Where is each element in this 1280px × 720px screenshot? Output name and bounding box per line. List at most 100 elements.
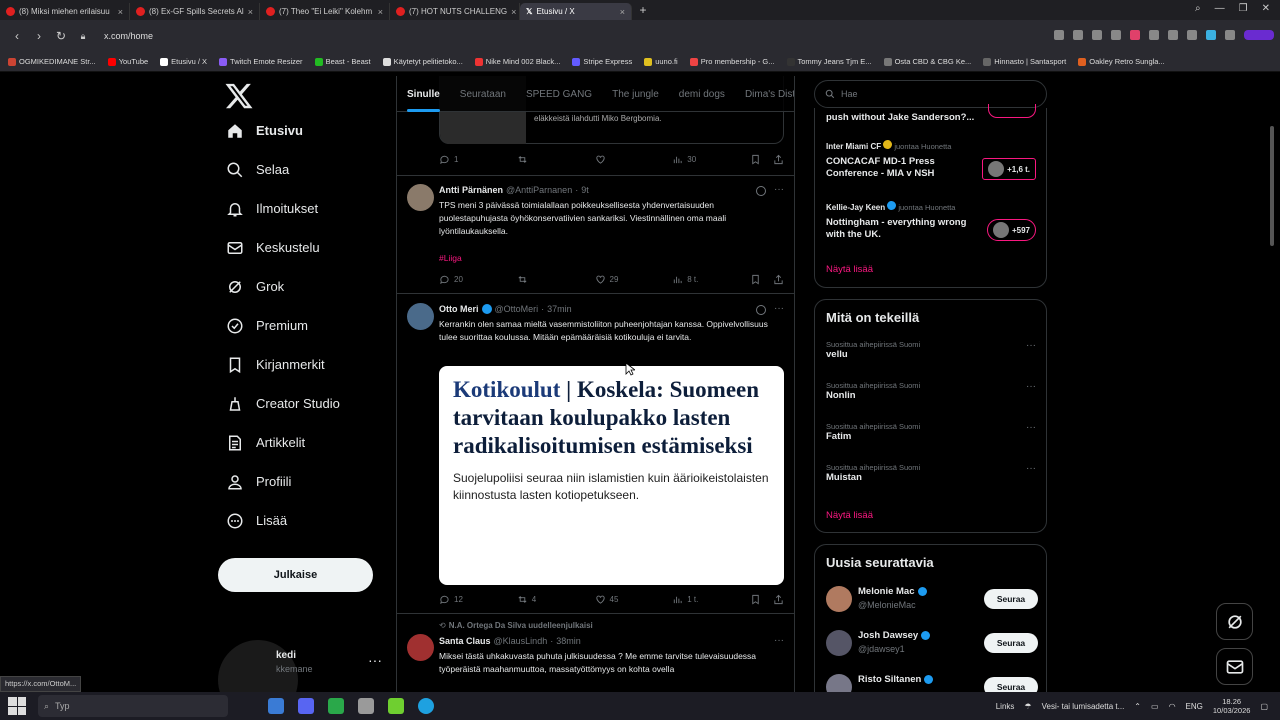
weather-text[interactable]: Vesi- tai lumisadetta t...	[1042, 702, 1125, 711]
language-indicator[interactable]: ENG	[1186, 702, 1203, 711]
scrollbar-thumb[interactable]	[1270, 126, 1274, 246]
trend-item[interactable]: Suosittua aihepiirissä Suomi Nonlin ···	[826, 381, 1036, 402]
follow-suggestion[interactable]: Melonie Mac @MelonieMac Seuraa	[826, 583, 1038, 617]
more-icon[interactable]: ···	[1026, 463, 1036, 474]
shield-icon[interactable]	[1092, 30, 1102, 40]
show-more-link[interactable]: Näytä lisää	[826, 264, 873, 275]
download-icon[interactable]	[1149, 30, 1159, 40]
browser-tab[interactable]: (7) Theo "Ei Leiki" Kolehm ×	[260, 3, 390, 20]
nav-item-more[interactable]: Lisää	[218, 501, 388, 540]
scrollbar[interactable]	[1268, 76, 1276, 692]
author-name[interactable]: Santa Claus	[439, 636, 491, 646]
post-time[interactable]: 38min	[556, 636, 581, 646]
more-icon[interactable]: ···	[1026, 422, 1036, 433]
author-handle[interactable]: @KlausLindh	[494, 636, 548, 646]
close-icon[interactable]: ×	[511, 7, 516, 17]
minimize-button[interactable]: —	[1215, 3, 1225, 14]
x-logo-icon[interactable]	[224, 81, 254, 111]
follow-name[interactable]: Risto Siltanen	[858, 674, 921, 685]
repost-button[interactable]: 4	[517, 594, 595, 605]
lock-icon[interactable]: 🔒︎	[72, 31, 94, 42]
link-card[interactable]: Kotikoulut | Koskela: Suomeen tarvitaan …	[439, 366, 784, 585]
nav-item-article[interactable]: Artikkelit	[218, 423, 388, 462]
more-icon[interactable]: ···	[1026, 381, 1036, 392]
show-more-link[interactable]: Näytä lisää	[826, 510, 873, 521]
avatar[interactable]	[407, 184, 434, 211]
bookmark-item[interactable]: Nike Mind 002 Black...	[474, 57, 560, 66]
bookmark-item[interactable]: Beast - Beast	[314, 57, 371, 66]
reply-button[interactable]: 12	[439, 594, 517, 605]
cube-icon[interactable]	[1225, 30, 1235, 40]
reply-button[interactable]: 1	[439, 154, 517, 165]
discord-icon[interactable]	[298, 698, 314, 714]
bookmark-item[interactable]: Oakley Retro Sungla...	[1078, 57, 1165, 66]
nav-item-home[interactable]: Etusivu	[218, 111, 388, 150]
extension-icon[interactable]	[1206, 30, 1216, 40]
trend-item[interactable]: Suosittua aihepiirissä Suomi vellu ···	[826, 340, 1036, 361]
url-field[interactable]: x.com/home	[104, 31, 153, 41]
nav-item-grok[interactable]: Grok	[218, 267, 388, 306]
notification-icon[interactable]: ▢	[1260, 702, 1268, 711]
like-button[interactable]: 29	[595, 274, 673, 285]
views-button[interactable]: 30	[672, 154, 750, 165]
ai-button[interactable]	[1244, 30, 1274, 40]
close-icon[interactable]: ×	[378, 7, 383, 17]
bookmark-icon[interactable]	[750, 154, 761, 165]
app-icon[interactable]	[358, 698, 374, 714]
nav-item-bookmark[interactable]: Kirjanmerkit	[218, 345, 388, 384]
share-icon[interactable]	[773, 594, 784, 605]
follow-name[interactable]: Melonie Mac	[858, 586, 915, 597]
post[interactable]: ⟲ N.A. Ortega Da Silva uudelleenjulkaisi…	[397, 614, 794, 692]
edge-icon[interactable]	[418, 698, 434, 714]
messages-button[interactable]	[1216, 648, 1253, 685]
follow-suggestion[interactable]: Josh Dawsey @jdawsey1 Seuraa	[826, 627, 1038, 661]
menu-icon[interactable]	[1168, 30, 1178, 40]
bookmark-item[interactable]: Käytetyt pelitietoko...	[382, 57, 463, 66]
extension-icon[interactable]	[1187, 30, 1197, 40]
more-icon[interactable]: ···	[774, 635, 784, 646]
grok-icon[interactable]	[756, 186, 766, 196]
reply-button[interactable]: 20	[439, 274, 517, 285]
more-icon[interactable]: ···	[774, 184, 784, 195]
avatar[interactable]	[826, 630, 852, 656]
clock[interactable]: 18.26 10/03/2026	[1213, 697, 1251, 715]
bookmark-item[interactable]: Osta CBD & CBG Ke...	[883, 57, 971, 66]
avatar[interactable]	[826, 586, 852, 612]
author-handle[interactable]: @OttoMeri	[495, 304, 539, 314]
grok-icon[interactable]	[756, 305, 766, 315]
close-icon[interactable]: ×	[118, 7, 123, 17]
post-time[interactable]: 37min	[547, 304, 572, 314]
nav-item-mail[interactable]: Keskustelu	[218, 228, 388, 267]
follow-button[interactable]: Seuraa	[984, 633, 1038, 653]
more-icon[interactable]: ···	[368, 652, 382, 668]
new-tab-button[interactable]: +	[636, 3, 650, 17]
bookmark-item[interactable]: YouTube	[107, 57, 148, 66]
nav-item-search[interactable]: Selaa	[218, 150, 388, 189]
like-button[interactable]: 45	[595, 594, 673, 605]
bookmark-item[interactable]: OGMIKEDIMANE Str...	[8, 57, 96, 66]
close-icon[interactable]: ×	[248, 7, 253, 17]
bookmark-icon[interactable]	[750, 594, 761, 605]
back-button[interactable]: ‹	[6, 29, 28, 43]
bookmark-icon[interactable]	[750, 274, 761, 285]
bookmark-item[interactable]: uuno.fi	[644, 57, 678, 66]
nav-item-creator[interactable]: Creator Studio	[218, 384, 388, 423]
feed-tab[interactable]: The jungle	[602, 76, 669, 112]
trend-item[interactable]: Suosittua aihepiirissä Suomi Muistan ···	[826, 463, 1036, 484]
share-icon[interactable]	[773, 274, 784, 285]
bookmark-item[interactable]: Etusivu / X	[160, 57, 207, 66]
browser-tab[interactable]: (7) HOT NUTS CHALLENG ×	[390, 3, 520, 20]
share-icon[interactable]	[773, 154, 784, 165]
play-icon[interactable]	[1111, 30, 1121, 40]
views-button[interactable]: 8 t.	[672, 274, 750, 285]
forward-button[interactable]: ›	[28, 29, 50, 43]
nav-item-bell[interactable]: Ilmoitukset	[218, 189, 388, 228]
close-icon[interactable]: ×	[620, 7, 625, 17]
feed-tab[interactable]: Dima's Dist	[735, 76, 794, 112]
live-pill[interactable]: +597	[986, 219, 1036, 241]
camera-icon[interactable]	[1073, 30, 1083, 40]
browser-tab[interactable]: (8) Miksi miehen erilaisuu ×	[0, 3, 130, 20]
maximize-button[interactable]: ❐	[1239, 3, 1248, 14]
bookmark-item[interactable]: Stripe Express	[572, 57, 632, 66]
more-icon[interactable]: ···	[774, 303, 784, 314]
